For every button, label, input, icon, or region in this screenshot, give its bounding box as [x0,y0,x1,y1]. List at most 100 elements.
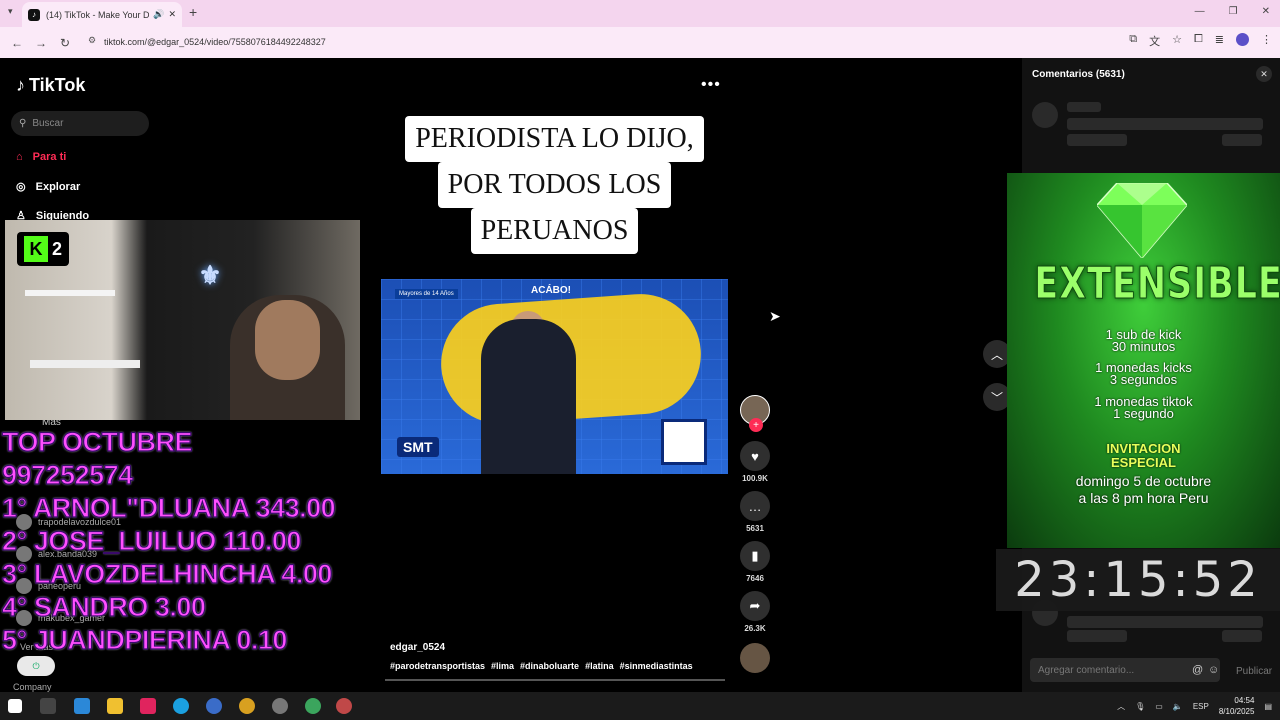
hashtag-link[interactable]: #parodetransportistas [390,661,485,671]
publish-button[interactable]: Publicar [1236,666,1272,677]
kick-logo-icon: K [23,236,48,262]
home-icon: ⌂ [16,151,23,163]
action-bar: + ♥ 100.9K … 5631 ▮ 7646 ➦ 26.3K [736,395,774,673]
nav-label: Para ti [32,151,67,163]
comment-count: 5631 [746,524,764,533]
comment-skeleton-avatar [1032,102,1058,128]
tiktok-page: ♪ TikTok ⚲ Buscar ⌂ Para ti ◎ Explorar ♙… [0,58,1280,692]
follow-plus-icon[interactable]: + [749,418,763,432]
notifications-icon[interactable]: ▤ [1264,702,1272,711]
promo-line: 3 segundos [1109,372,1178,387]
volume-icon[interactable]: 🔈 [1173,702,1183,711]
copilot-icon[interactable] [74,698,90,714]
save-button[interactable]: ▮ 7646 [740,541,770,583]
tiktok-favicon-icon: ♪ [28,8,40,21]
clock-time: 04:54 [1234,696,1255,705]
company-link[interactable]: Company [13,682,52,692]
url-field[interactable]: ⚙ tiktok.com/@edgar_0524/video/755807618… [82,31,1092,53]
close-comments-button[interactable]: ✕ [1256,66,1272,82]
task-view-icon[interactable] [40,698,56,714]
more-options-icon[interactable]: ••• [701,76,721,94]
ranking-row: 2° JOSE_LUILUO 110.00 [1,525,302,556]
promo-date: domingo 5 de octubre [1075,473,1212,489]
search-placeholder: Buscar [32,118,64,129]
start-icon[interactable] [8,699,22,713]
tiktok-app-icon[interactable] [140,698,156,714]
video-username[interactable]: edgar_0524 [390,642,693,653]
tray-chevron-icon[interactable]: ︿ [1117,701,1125,712]
chrome-icon[interactable] [239,698,255,714]
file-explorer-icon[interactable] [107,698,123,714]
bookmark-star-icon[interactable]: ☆ [1172,33,1182,49]
obs-icon[interactable] [272,698,288,714]
windows-taskbar: ︿ 🎙 ▭ 🔈 ESP 04:54 8/10/2025 ▤ [0,692,1280,720]
comment-skeleton [1222,630,1262,642]
promo-line: 30 minutos [1111,339,1176,354]
comment-skeleton [1067,118,1263,130]
creator-avatar[interactable]: + [740,395,770,432]
video-progress-bar[interactable] [385,679,725,681]
new-tab-button[interactable]: + [189,4,197,20]
clock[interactable]: 04:54 8/10/2025 [1219,695,1255,717]
music-disc-avatar[interactable] [740,643,770,673]
kick-badge-count: 2 [51,238,62,259]
install-icon[interactable]: ⧉ [1129,33,1137,49]
tab-audio-icon[interactable]: 🔊 [153,9,164,20]
forward-icon[interactable]: → [34,36,48,50]
hashtag-link[interactable]: #dinaboluarte [520,661,579,671]
video-player[interactable]: Mayores de 14 Años ACÁBO! SMT [381,279,728,474]
browser-tab[interactable]: ♪ (14) TikTok - Make Your Day 🔊 ✕ [22,2,182,27]
minimize-icon[interactable]: — [1195,6,1205,17]
hashtag-link[interactable]: #sinmediastintas [620,661,693,671]
comment-input[interactable]: Agregar comentario... @ ☺ [1030,658,1220,682]
nav-label: Explorar [35,180,81,193]
emoji-icon[interactable]: ☺ [1208,664,1219,676]
mention-icon[interactable]: @ [1192,664,1203,676]
menu-kebab-icon[interactable]: ⋮ [1261,33,1272,49]
reading-list-icon[interactable]: ≣ [1215,33,1224,49]
window-controls: — ❐ ✕ [1195,6,1270,17]
maximize-icon[interactable]: ❐ [1229,6,1238,17]
reload-icon[interactable]: ↻ [58,36,72,50]
like-button[interactable]: ♥ 100.9K [740,441,770,483]
ranking-title: TOP OCTUBRE [1,426,193,457]
nav-item-para-ti[interactable]: ⌂ Para ti [16,151,66,163]
search-icon: ⚲ [19,118,27,129]
translate-icon[interactable]: 文 [1149,33,1160,49]
heart-icon: ♥ [740,441,770,471]
chevron-up-icon: ︿ [990,347,1003,362]
ranking-row: 4° SANDRO 3.00 [1,591,206,622]
microphone-icon[interactable]: 🎙 [1135,702,1145,711]
donor-ranking-overlay: TOP OCTUBRE 997252574 1° ARNOL"DLUANA 34… [1,426,362,657]
network-logo: SMT [397,437,439,457]
site-info-icon[interactable]: ⚙ [88,35,96,46]
chrome-alt-icon[interactable] [305,698,321,714]
hashtag-link[interactable]: #lima [491,661,514,671]
bookmark-icon: ▮ [740,541,770,571]
tab-search-icon[interactable]: ▾ [8,6,13,17]
tiktok-note-icon: ♪ [16,75,25,95]
chrome-profile-icon[interactable] [206,698,222,714]
chevron-down-icon: ﹀ [990,390,1003,405]
tiktok-logo[interactable]: ♪ TikTok [16,75,85,96]
profile-avatar[interactable] [1236,33,1249,46]
nav-item-explorar[interactable]: ◎ Explorar [16,180,81,194]
promo-invite: ESPECIAL [1110,455,1176,470]
age-rating-badge: Mayores de 14 Años [395,289,458,299]
share-button[interactable]: ➦ 26.3K [740,591,770,633]
network-icon[interactable]: ▭ [1155,702,1163,711]
language-indicator[interactable]: ESP [1193,702,1209,711]
back-icon[interactable]: ← [10,36,24,50]
video-headline: PERIODISTA LO DIJO, POR TODOS LOS PERUAN… [382,116,727,254]
headline-line: PERIODISTA LO DIJO, [405,116,704,162]
hashtag-link[interactable]: #latina [585,661,614,671]
close-window-icon[interactable]: ✕ [1262,6,1270,17]
edge-icon[interactable] [173,698,189,714]
shelf [30,360,140,368]
comment-button[interactable]: … 5631 [740,491,770,533]
browser-toolbar: ⧉ 文 ☆ ⧠ ≣ ⋮ [1129,33,1272,49]
search-input[interactable]: ⚲ Buscar [11,111,149,136]
chrome-active-icon[interactable] [336,698,352,714]
extensions-icon[interactable]: ⧠ [1194,33,1203,49]
tab-close-icon[interactable]: ✕ [168,9,176,20]
